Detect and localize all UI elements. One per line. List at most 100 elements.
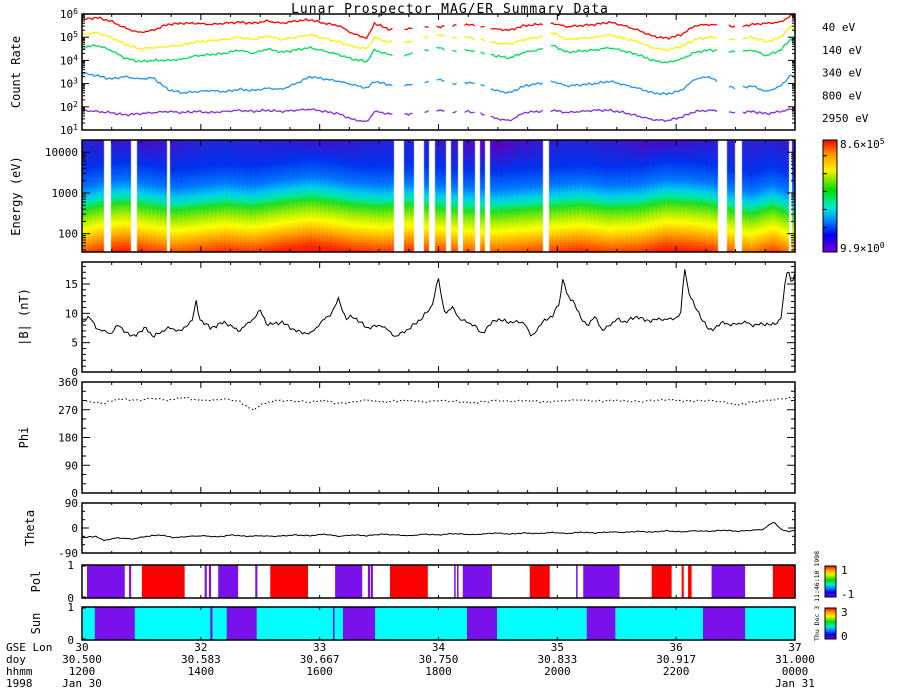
mini-colorbar xyxy=(824,607,837,640)
strip-segment xyxy=(208,565,212,598)
count-ytick-label: 106 xyxy=(60,7,78,21)
panel-sun-cbar-min: 0 xyxy=(841,630,848,643)
strip-segment xyxy=(462,565,492,598)
data-series xyxy=(81,108,796,123)
data-series xyxy=(81,521,796,542)
panel-spectrogram: 10000 1000 100 Energy (eV) xyxy=(9,139,796,253)
lunar-prospector-summary-figure: Lunar Prospector MAG/ER Summary Data 101… xyxy=(0,0,900,700)
axis-col-value: 2200 xyxy=(663,665,690,678)
strip-segment xyxy=(255,565,258,598)
legend-label: 2950 eV xyxy=(822,112,869,125)
data-series xyxy=(81,269,796,338)
panel-pol-ylabel: Pol xyxy=(29,571,43,593)
strip-segment xyxy=(367,565,371,598)
plot-svg: 101102103104105106Count Rate40 eV140 eV3… xyxy=(6,7,885,690)
strip-segment xyxy=(586,607,616,640)
bmag-ytick-label: 5 xyxy=(71,337,78,350)
colorbar-max-label: 8.6×105 xyxy=(840,137,885,151)
panel-sun-ylabel: Sun xyxy=(29,613,43,635)
bottom-axis: GSE Londoyhhmm19983030.5001200Jan 303230… xyxy=(6,641,815,690)
strip-segment xyxy=(576,565,578,598)
count-ytick-label: 105 xyxy=(60,30,78,44)
count-ytick-label: 104 xyxy=(60,53,78,67)
panel-theta: 900-90Theta xyxy=(23,497,796,560)
panel-phi: 360270180900Phi xyxy=(17,376,796,500)
strip-segment xyxy=(703,607,746,640)
axis-row-label: 1998 xyxy=(6,677,33,690)
axis-col-value: 1600 xyxy=(306,665,333,678)
strip-segment xyxy=(141,565,185,598)
count-ytick-label: 101 xyxy=(60,123,78,137)
axis-col-value: 1400 xyxy=(188,665,215,678)
panel-pol-cbar-min: -1 xyxy=(841,588,854,601)
bmag-ytick-label: 15 xyxy=(65,278,78,291)
legend-label: 340 eV xyxy=(822,67,862,80)
count-ytick-label: 102 xyxy=(60,100,78,114)
strip-segment xyxy=(772,565,795,598)
strip-segment xyxy=(370,565,373,598)
strip-segment xyxy=(270,565,309,598)
panel-sun-ytick-label: 1 xyxy=(67,601,74,614)
strip-segment xyxy=(94,607,135,640)
count-rate-legend: 40 eV 140 eV 340 eV 800 eV 2950 eV xyxy=(822,21,869,125)
theta-ytick-label: 0 xyxy=(71,522,78,535)
axis-col-value: Jan 31 xyxy=(775,677,815,690)
axis-col-value: 2000 xyxy=(544,665,571,678)
panel-sun-background xyxy=(82,607,795,640)
phi-ytick-label: 360 xyxy=(58,376,78,389)
panel-pol: 10Pol xyxy=(29,559,796,605)
panel-pol-cbar-max: 1 xyxy=(841,564,848,577)
strip-segment xyxy=(332,607,335,640)
theta-ylabel: Theta xyxy=(23,510,37,546)
strip-segment xyxy=(129,565,132,598)
bmag-ylabel: |B| (nT) xyxy=(17,288,31,346)
panel-sun-ytick-label: 0 xyxy=(67,634,74,647)
count-rate-ylabel: Count Rate xyxy=(9,36,23,108)
strip-segment xyxy=(210,607,213,640)
energy-ytick-label: 1000 xyxy=(52,187,79,200)
strip-segment xyxy=(86,565,125,598)
strip-segment xyxy=(457,565,459,598)
legend-label: 140 eV xyxy=(822,44,862,57)
phi-ytick-label: 180 xyxy=(58,432,78,445)
panel-sun-cbar-max: 3 xyxy=(841,606,848,619)
strip-segment xyxy=(390,565,428,598)
panel-pol-colorbar: 1 -1 xyxy=(824,564,854,601)
strip-segment xyxy=(226,607,257,640)
strip-segment xyxy=(583,565,620,598)
panel-count-rate: 101 102 103 104 105 106 Count Rate xyxy=(9,7,796,137)
strip-segment xyxy=(651,565,672,598)
axis-col-value: Jan 30 xyxy=(62,677,102,690)
strip-segment xyxy=(529,565,550,598)
strip-segment xyxy=(467,607,497,640)
strip-segment xyxy=(688,565,692,598)
strip-segment xyxy=(711,565,746,598)
strip-segment xyxy=(204,565,207,598)
phi-ytick-label: 90 xyxy=(65,459,78,472)
theta-ytick-label: 90 xyxy=(65,497,78,510)
axis-col-value: 1800 xyxy=(425,665,452,678)
colorbar-min-label: 9.9×100 xyxy=(840,241,885,255)
strip-segment xyxy=(454,565,456,598)
strip-segment xyxy=(342,607,376,640)
data-series xyxy=(81,71,796,96)
panel-pol-ytick-label: 1 xyxy=(67,559,74,572)
bmag-ytick-label: 10 xyxy=(65,307,78,320)
legend-label: 800 eV xyxy=(822,89,862,102)
phi-ylabel: Phi xyxy=(17,427,31,449)
data-series xyxy=(81,396,796,412)
strip-segment xyxy=(335,565,363,598)
mini-colorbar xyxy=(824,565,837,598)
phi-ytick-label: 270 xyxy=(58,404,78,417)
energy-ytick-label: 10000 xyxy=(45,146,78,159)
strip-segment xyxy=(218,565,239,598)
spectrogram-colorbar: 8.6×105 9.9×100 xyxy=(822,137,885,255)
energy-ytick-label: 100 xyxy=(58,228,78,241)
count-ytick-label: 103 xyxy=(60,77,78,91)
creation-timestamp-label: Thu Dec 3 11:46:10 1998 xyxy=(813,550,821,641)
strip-segment xyxy=(681,565,684,598)
panel-bmag: 151050|B| (nT) xyxy=(17,261,796,379)
colorbar xyxy=(822,139,838,253)
panel-sun-colorbar: 30 xyxy=(824,606,848,643)
energy-ylabel: Energy (eV) xyxy=(9,156,23,235)
